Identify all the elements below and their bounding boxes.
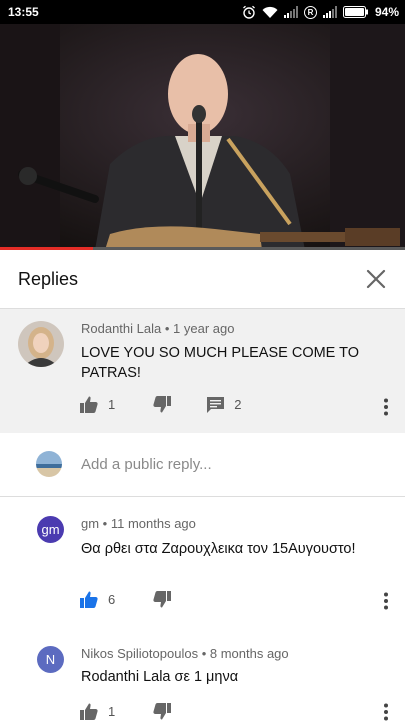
battery-icon bbox=[342, 6, 368, 18]
reply-input-placeholder[interactable]: Add a public reply... bbox=[81, 456, 212, 473]
more-options-icon[interactable] bbox=[383, 703, 389, 721]
alarm-icon bbox=[243, 5, 255, 19]
like-button[interactable]: 1 bbox=[80, 703, 115, 720]
own-avatar-image bbox=[36, 451, 62, 477]
more-options-icon[interactable] bbox=[383, 592, 389, 610]
wifi-icon bbox=[262, 6, 278, 18]
own-avatar bbox=[36, 451, 62, 477]
like-count: 1 bbox=[108, 704, 116, 719]
like-count: 1 bbox=[108, 397, 116, 412]
video-frame-image bbox=[0, 24, 405, 250]
comment-author[interactable]: Nikos Spiliotopoulos bbox=[81, 646, 198, 661]
comment-icon bbox=[207, 396, 225, 413]
thumbs-down-icon bbox=[153, 591, 172, 608]
comment-meta: Rodanthi Lala • 1 year ago bbox=[81, 321, 235, 336]
like-count: 6 bbox=[108, 592, 116, 607]
status-time: 13:55 bbox=[8, 5, 39, 19]
thumbs-down-icon bbox=[153, 703, 172, 720]
signal-icon-2 bbox=[322, 6, 337, 18]
comment-actions: 6 bbox=[80, 591, 172, 608]
status-icons: R 94% bbox=[242, 4, 399, 20]
comment-age: 11 months ago bbox=[110, 516, 196, 531]
like-button[interactable]: 1 bbox=[80, 396, 115, 413]
comment-meta: gm • 11 months ago bbox=[81, 516, 196, 531]
avatar[interactable] bbox=[18, 321, 64, 367]
dislike-button[interactable] bbox=[153, 396, 172, 413]
comment-age: 8 months ago bbox=[209, 646, 289, 661]
video-player[interactable] bbox=[0, 24, 405, 250]
comment-actions: 1 2 bbox=[80, 396, 241, 413]
comment-age: 1 year ago bbox=[173, 321, 235, 336]
comment-meta: Nikos Spiliotopoulos • 8 months ago bbox=[81, 646, 289, 661]
thumbs-down-icon bbox=[153, 396, 172, 413]
more-options-icon[interactable] bbox=[383, 398, 389, 416]
battery-percent: 94% bbox=[374, 5, 399, 19]
parent-comment: Rodanthi Lala • 1 year ago LOVE YOU SO M… bbox=[0, 309, 405, 433]
comment-text: Θα ρθει στα Ζαρουχλεικα τον 15Αυγουστο! bbox=[81, 541, 356, 557]
comment-author[interactable]: Rodanthi Lala bbox=[81, 321, 161, 336]
reply-comment: N Nikos Spiliotopoulos • 8 months ago Ro… bbox=[0, 633, 405, 721]
avatar[interactable]: gm bbox=[37, 516, 64, 543]
status-bar: 13:55 R 94% bbox=[0, 0, 405, 24]
thumbs-up-icon bbox=[80, 396, 98, 413]
reply-count: 2 bbox=[234, 397, 242, 412]
replies-header: Replies bbox=[0, 250, 405, 309]
dislike-button[interactable] bbox=[153, 591, 172, 608]
signal-icon bbox=[283, 6, 298, 18]
comment-text: Rodanthi Lala σε 1 μηνα bbox=[81, 669, 239, 685]
like-button[interactable]: 6 bbox=[80, 591, 115, 608]
reply-input-row[interactable]: Add a public reply... bbox=[0, 434, 405, 497]
comment-author[interactable]: gm bbox=[81, 516, 99, 531]
close-icon[interactable] bbox=[363, 266, 389, 292]
comment-text: LOVE YOU SO MUCH PLEASE COME TO PATRAS! bbox=[81, 345, 359, 381]
replies-title: Replies bbox=[18, 269, 79, 289]
thumbs-up-icon bbox=[80, 703, 98, 720]
comment-actions: 1 bbox=[80, 703, 172, 720]
avatar[interactable]: N bbox=[37, 646, 64, 673]
avatar-image bbox=[18, 321, 64, 367]
thumbs-up-icon bbox=[80, 591, 98, 608]
dislike-button[interactable] bbox=[153, 703, 172, 720]
sim-badge-icon: R bbox=[303, 5, 317, 19]
reply-comment: gm gm • 11 months ago Θα ρθει στα Ζαρουχ… bbox=[0, 497, 405, 622]
reply-count-button[interactable]: 2 bbox=[207, 396, 242, 413]
